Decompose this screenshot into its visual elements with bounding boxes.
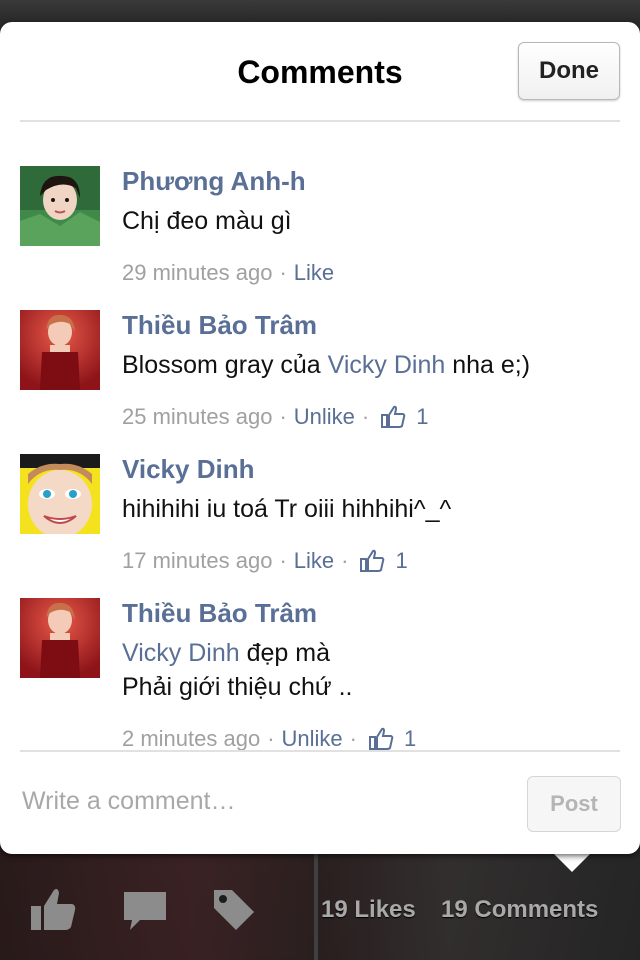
comment-text: Chị đeo màu gì — [122, 204, 292, 238]
mention-link[interactable]: Vicky Dinh — [122, 639, 240, 667]
comment-text-part: Chị đeo màu gì — [122, 207, 292, 235]
separator-dot: · — [279, 404, 287, 429]
done-button[interactable]: Done — [518, 42, 620, 100]
comment-timestamp: 17 minutes ago — [122, 548, 273, 573]
unlike-link[interactable]: Unlike — [282, 726, 343, 752]
comment-text-part: hihihihi iu toá Tr oiii hihhihi^_^ — [122, 495, 452, 523]
comment-author[interactable]: Thiều Bảo Trâm — [122, 310, 317, 341]
likes-count[interactable]: 1 — [416, 404, 428, 430]
unlike-link[interactable]: Unlike — [294, 404, 355, 430]
mention-link[interactable]: Vicky Dinh — [328, 351, 446, 379]
post-button[interactable]: Post — [527, 776, 621, 832]
separator-dot: · — [267, 726, 275, 751]
comments-sheet: Comments Done Phương Anh-h Chị đeo màu g… — [0, 22, 640, 854]
thumbs-up-icon[interactable] — [359, 548, 385, 574]
photo-action-bar: 19 Likes 19 Comments — [0, 860, 640, 960]
comment-text-part: nha e;) — [445, 351, 531, 379]
avatar[interactable] — [20, 598, 100, 678]
comment-meta: 29 minutes ago · Like — [122, 260, 334, 286]
comment-author[interactable]: Thiều Bảo Trâm — [122, 598, 317, 629]
separator-dot: · — [279, 260, 287, 285]
like-link[interactable]: Like — [294, 548, 334, 574]
comment-timestamp: 29 minutes ago — [122, 260, 273, 285]
comment-text: Blossom gray của Vicky Dinh nha e;) — [122, 348, 530, 382]
tag-icon[interactable] — [208, 884, 258, 934]
comment-input[interactable] — [20, 770, 504, 832]
avatar[interactable] — [20, 454, 100, 534]
thumbs-up-icon[interactable] — [380, 404, 406, 430]
comment-text-line: Phải giới thiệu chứ .. — [122, 673, 353, 701]
comment-meta: 17 minutes ago · Like · 1 — [122, 548, 408, 574]
avatar[interactable] — [20, 166, 100, 246]
comment-timestamp: 25 minutes ago — [122, 404, 273, 429]
avatar[interactable] — [20, 310, 100, 390]
separator-dot: · — [361, 404, 370, 429]
comment-timestamp: 2 minutes ago — [122, 726, 261, 751]
sheet-pointer — [552, 852, 592, 872]
comment-meta: 25 minutes ago · Unlike · 1 — [122, 404, 428, 430]
comment-text-line: Vicky Dinh đẹp mà — [122, 636, 352, 670]
like-thumb-icon[interactable] — [28, 884, 78, 934]
thumbs-up-icon[interactable] — [368, 726, 394, 752]
likes-count[interactable]: 1 — [395, 548, 407, 574]
comment-text-part: Blossom gray của — [122, 351, 328, 379]
separator-dot: · — [279, 548, 287, 573]
comment-text: hihihihi iu toá Tr oiii hihhihi^_^ — [122, 492, 451, 526]
sheet-header: Comments Done — [0, 22, 640, 120]
comment-author[interactable]: Phương Anh-h — [122, 166, 306, 197]
header-divider — [20, 120, 620, 122]
comment-text: Vicky Dinh đẹp mà Phải giới thiệu chứ .. — [122, 636, 352, 704]
likes-count[interactable]: 1 — [404, 726, 416, 752]
like-link[interactable]: Like — [294, 260, 334, 286]
comment-composer: Post — [0, 752, 640, 852]
comments-count[interactable]: 19 Comments — [441, 896, 598, 924]
likes-count[interactable]: 19 Likes — [321, 896, 416, 924]
comment-text-part: đẹp mà — [239, 639, 330, 667]
comment-meta: 2 minutes ago · Unlike · 1 — [122, 726, 416, 752]
comment-author[interactable]: Vicky Dinh — [122, 454, 254, 485]
separator-dot: · — [349, 726, 357, 751]
comment-bubble-icon[interactable] — [120, 884, 170, 934]
separator-dot: · — [341, 548, 349, 573]
